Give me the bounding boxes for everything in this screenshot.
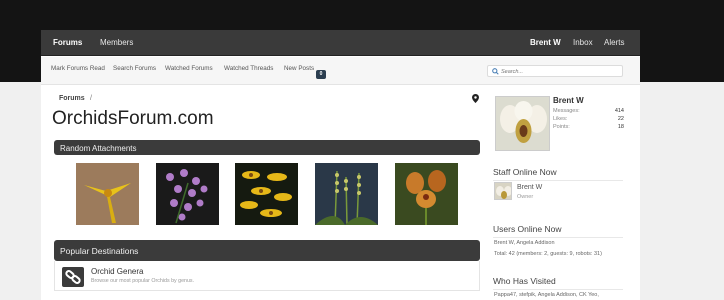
orchid-photo-2 — [156, 163, 219, 225]
new-posts-badge: 0 — [316, 70, 326, 79]
search-icon — [492, 68, 499, 75]
site-title: OrchidsForum.com — [52, 108, 214, 129]
breadcrumb-forums[interactable]: Forums — [59, 95, 85, 102]
sidebar-username[interactable]: Brent W — [553, 96, 584, 105]
attachment-thumbnail[interactable] — [235, 163, 298, 225]
orchid-photo-5 — [395, 163, 458, 225]
attachment-thumbnail[interactable] — [315, 163, 378, 225]
popular-destinations-header: Popular Destinations — [54, 240, 480, 261]
link-icon — [62, 267, 84, 287]
page-container: Forums Members Brent W Inbox Alerts Mark… — [41, 30, 640, 300]
new-posts-link[interactable]: New Posts — [284, 65, 314, 72]
visitors-names[interactable]: Pappa47, stefpik, Angela Addison, CK Yeo… — [494, 292, 599, 298]
nav-alerts-link[interactable]: Alerts — [604, 38, 624, 47]
staff-member-name[interactable]: Brent W — [517, 184, 542, 191]
nav-forums-tab[interactable]: Forums — [53, 38, 82, 47]
popular-destinations-title: Popular Destinations — [60, 246, 139, 256]
orchid-photo-4 — [315, 163, 378, 225]
users-online-totals: Total: 42 (members: 2, guests: 9, robots… — [494, 251, 602, 257]
top-navbar: Forums Members Brent W Inbox Alerts — [41, 30, 640, 56]
breadcrumb-separator: / — [90, 95, 92, 102]
stat-messages-label: Messages: — [553, 108, 580, 114]
stat-messages-value: 414 — [614, 108, 624, 114]
who-has-visited-heading: Who Has Visited — [493, 276, 623, 290]
stat-likes-label: Likes: — [553, 116, 568, 122]
nav-members-tab[interactable]: Members — [100, 38, 133, 47]
watched-threads-link[interactable]: Watched Threads — [224, 65, 273, 72]
nav-user-link[interactable]: Brent W — [530, 38, 561, 47]
stat-likes-value: 22 — [617, 116, 624, 122]
stat-points-label: Points: — [553, 124, 570, 130]
search-input[interactable] — [501, 67, 619, 76]
mark-forums-read-link[interactable]: Mark Forums Read — [51, 65, 105, 72]
orchid-photo-1 — [76, 163, 139, 225]
attachment-thumbnail[interactable] — [156, 163, 219, 225]
random-attachments-header: Random Attachments — [54, 140, 480, 155]
orchid-photo-3 — [235, 163, 298, 225]
destination-title[interactable]: Orchid Genera — [91, 267, 143, 276]
user-avatar[interactable] — [495, 96, 550, 151]
search-forums-link[interactable]: Search Forums — [113, 65, 156, 72]
stat-points-value: 18 — [617, 124, 624, 130]
destination-item[interactable]: Orchid Genera Browse our most popular Or… — [54, 261, 480, 291]
staff-member-role: Owner — [517, 194, 534, 200]
location-pin-icon[interactable] — [472, 94, 479, 103]
attachment-thumbnail[interactable] — [395, 163, 458, 225]
users-online-heading: Users Online Now — [493, 224, 623, 238]
watched-forums-link[interactable]: Watched Forums — [165, 65, 213, 72]
staff-avatar[interactable] — [494, 182, 512, 200]
search-box[interactable] — [487, 65, 623, 77]
destination-description: Browse our most popular Orchids by genus… — [91, 278, 195, 284]
users-online-names[interactable]: Brent W, Angela Addison — [494, 240, 555, 246]
attachment-thumbnail[interactable] — [76, 163, 139, 225]
staff-online-heading: Staff Online Now — [493, 167, 623, 181]
nav-inbox-link[interactable]: Inbox — [573, 38, 593, 47]
orchid-avatar-image — [496, 97, 549, 150]
random-attachments-title: Random Attachments — [60, 144, 137, 153]
